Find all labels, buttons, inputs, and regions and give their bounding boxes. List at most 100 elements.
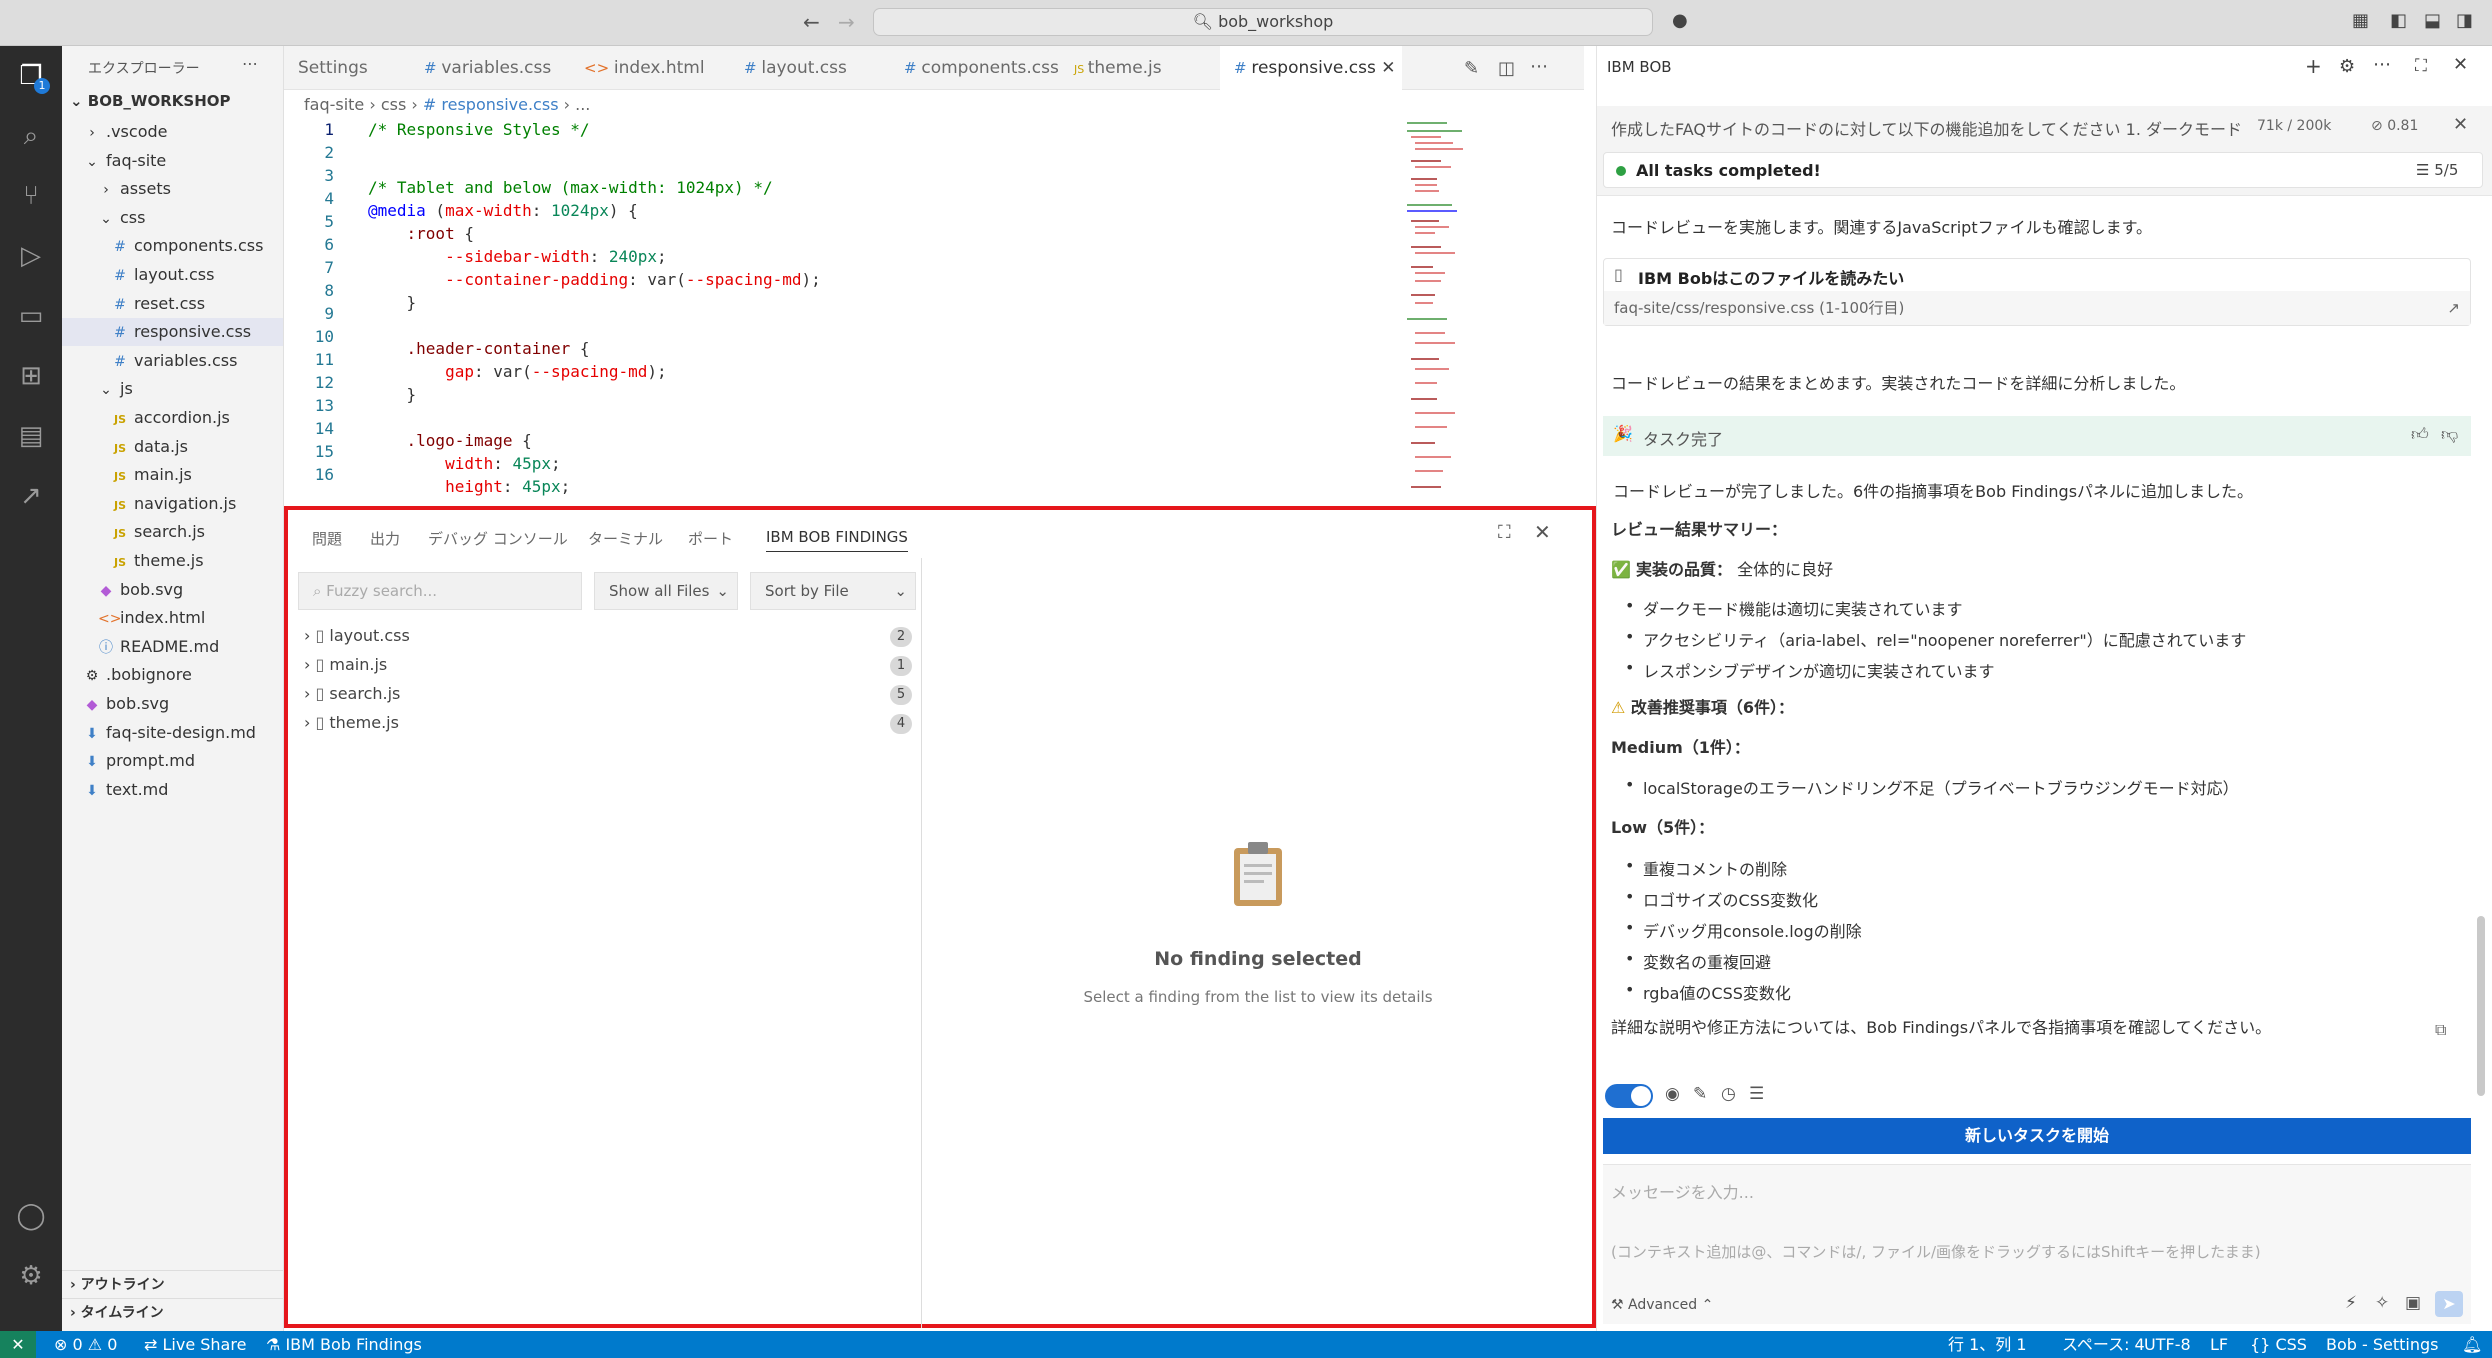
split-editor-icon[interactable]: ◫ <box>1498 58 1515 79</box>
editor-tab[interactable]: Settings <box>284 46 410 90</box>
account-icon[interactable]: ◯ <box>13 1198 49 1234</box>
thumbs-up-icon[interactable]: 👍︎ <box>2411 424 2429 445</box>
more-actions-icon[interactable]: ⋯ <box>2373 54 2391 75</box>
remote-explorer-icon[interactable]: ▭ <box>13 298 49 334</box>
file-item[interactable]: ⬇ prompt.md <box>62 747 283 775</box>
filter-select[interactable]: Show all Files ⌄ <box>594 572 738 610</box>
maximize-icon[interactable]: ⛶ <box>2415 56 2427 76</box>
toggle-sidebar-icon[interactable]: ◧ <box>2390 10 2407 31</box>
file-card-path-row[interactable]: faq-site/css/responsive.css (1-100行目) ↗ <box>1604 291 2470 325</box>
more-actions-icon[interactable]: ⋯ <box>1530 56 1548 77</box>
layout-customize-icon[interactable]: ▦ <box>2352 10 2369 31</box>
editor-tab[interactable]: JS theme.js <box>1060 46 1220 90</box>
new-task-button[interactable]: 新しいタスクを開始 <box>1603 1118 2471 1154</box>
sparkle-icon[interactable]: ✧ <box>2375 1293 2389 1313</box>
panel-tab[interactable]: 出力 <box>370 528 400 549</box>
workspace-root[interactable]: ⌄ BOB_WORKSHOP <box>70 92 231 110</box>
editor-tab[interactable]: <> index.html <box>570 46 730 90</box>
code-editor[interactable]: 1 2 3 4 5 6 7 8 9 10 11 12 13 14 15 16 /* Responsive St… <box>284 120 1584 505</box>
folder-item[interactable]: › .vscode <box>62 118 283 146</box>
file-item[interactable]: ⓘ README.md <box>62 633 283 661</box>
toggle-panel-icon[interactable]: ⬓ <box>2424 10 2441 31</box>
add-image-icon[interactable]: ▣ <box>2405 1293 2421 1313</box>
folder-item[interactable]: ⌄ css <box>62 204 283 232</box>
file-item[interactable]: # variables.css <box>62 347 283 375</box>
magic-wand-icon[interactable]: ✎ <box>1464 58 1479 79</box>
open-external-icon[interactable]: ↗ <box>2447 291 2460 325</box>
plus-icon[interactable]: + <box>2305 54 2322 78</box>
panel-tab[interactable]: ターミナル <box>588 528 663 549</box>
problems-indicator[interactable]: ⊗ 0 ⚠ 0 <box>54 1331 117 1358</box>
panel-tab[interactable]: 問題 <box>312 528 342 549</box>
editor-tab[interactable]: # variables.css <box>410 46 570 90</box>
eol-setting[interactable]: LF <box>2210 1331 2228 1358</box>
breadcrumb-subfolder[interactable]: css <box>381 95 406 114</box>
maximize-panel-icon[interactable]: ⛶ <box>1498 522 1511 543</box>
file-item[interactable]: JS search.js <box>62 518 283 546</box>
toggle-secondary-sidebar-icon[interactable]: ◨ <box>2456 10 2473 31</box>
search-icon[interactable]: ⌕ <box>13 118 49 154</box>
source-control-icon[interactable]: ⑂ <box>13 178 49 214</box>
live-share-status[interactable]: ⇄ Live Share <box>144 1331 246 1358</box>
outline-section[interactable]: › アウトライン <box>62 1270 283 1298</box>
panel-tab[interactable]: IBM BOB FINDINGS <box>766 528 908 552</box>
checklist-icon[interactable]: ☰ <box>1749 1084 1764 1104</box>
breadcrumb-folder[interactable]: faq-site <box>304 95 364 114</box>
task-progress[interactable]: All tasks completed! ☰ 5/5 <box>1603 152 2483 188</box>
folder-item[interactable]: ⌄ js <box>62 375 283 403</box>
file-item[interactable]: ◆ bob.svg <box>62 576 283 604</box>
file-item[interactable]: JS data.js <box>62 433 283 461</box>
breadcrumb-file[interactable]: # responsive.css <box>423 95 559 114</box>
file-item[interactable]: ⬇ faq-site-design.md <box>62 719 283 747</box>
auto-approve-toggle[interactable] <box>1605 1084 1653 1108</box>
findings-file-row[interactable]: › ▯ theme.js 4 <box>304 709 916 737</box>
file-item[interactable]: JS navigation.js <box>62 490 283 518</box>
editor-tab[interactable]: # layout.css <box>730 46 890 90</box>
remote-indicator-icon[interactable]: ✕ <box>0 1331 36 1358</box>
encoding-setting[interactable]: UTF-8 <box>2144 1331 2191 1358</box>
file-item[interactable]: JS theme.js <box>62 547 283 575</box>
message-input[interactable]: メッセージを入力... (コンテキスト追加は@、コマンドは/, ファイル/画像を… <box>1603 1164 2471 1324</box>
minimap[interactable] <box>1405 120 1480 505</box>
close-task-icon[interactable]: ✕ <box>2453 114 2468 135</box>
live-share-icon[interactable]: ↗ <box>13 478 49 514</box>
panel-tab[interactable]: デバッグ コンソール <box>428 528 568 549</box>
copilot-icon[interactable]: ● <box>1672 10 1688 31</box>
cursor-position[interactable]: 行 1、列 1 <box>1948 1331 2027 1358</box>
file-item[interactable]: JS accordion.js <box>62 404 283 432</box>
bob-settings-status[interactable]: Bob - Settings <box>2326 1331 2439 1358</box>
close-tab-icon[interactable]: ✕ <box>1376 58 1395 78</box>
pencil-icon[interactable]: ✎ <box>1693 1084 1707 1104</box>
file-item[interactable]: # layout.css <box>62 261 283 289</box>
forward-arrow-icon[interactable]: → <box>838 10 855 34</box>
file-item[interactable]: ⬇ text.md <box>62 776 283 804</box>
chat-scrollbar[interactable] <box>2477 916 2485 1096</box>
run-debug-icon[interactable]: ▷ <box>13 238 49 274</box>
findings-file-row[interactable]: › ▯ main.js 1 <box>304 651 916 679</box>
back-arrow-icon[interactable]: ← <box>803 10 820 34</box>
gear-icon[interactable]: ⚙ <box>2339 56 2355 77</box>
file-item[interactable]: ⚙ .bobignore <box>62 661 283 689</box>
file-item[interactable]: # reset.css <box>62 290 283 318</box>
file-item[interactable]: # components.css <box>62 232 283 260</box>
sort-select[interactable]: Sort by File ⌄ <box>750 572 916 610</box>
timeline-section[interactable]: › タイムライン <box>62 1298 283 1326</box>
file-item[interactable]: <>index.html <box>62 604 283 632</box>
editor-tab[interactable]: # responsive.css ✕ <box>1220 46 1402 90</box>
fuzzy-search-input[interactable]: ⌕ Fuzzy search... <box>298 572 582 610</box>
indentation-setting[interactable]: スペース: 4 <box>2062 1331 2145 1358</box>
advanced-mode-select[interactable]: ⚒ Advanced ⌃ <box>1611 1297 1713 1313</box>
enhance-prompt-icon[interactable]: ⚡ <box>2345 1293 2357 1313</box>
editor-tab[interactable]: # components.css <box>890 46 1060 90</box>
panel-tab[interactable]: ポート <box>688 528 733 549</box>
send-button[interactable]: ➤ <box>2435 1291 2463 1317</box>
folder-item[interactable]: › assets <box>62 175 283 203</box>
file-item[interactable]: JS main.js <box>62 461 283 489</box>
close-icon[interactable]: ✕ <box>2453 54 2468 75</box>
language-mode[interactable]: {} CSS <box>2250 1331 2307 1358</box>
close-panel-icon[interactable]: ✕ <box>1534 520 1551 544</box>
notifications-bell-icon[interactable]: 🔔︎ <box>2462 1331 2482 1358</box>
file-item[interactable]: # responsive.css <box>62 318 283 347</box>
breadcrumb-symbol[interactable]: ... <box>575 95 590 114</box>
folder-item[interactable]: ⌄ faq-site <box>62 147 283 175</box>
